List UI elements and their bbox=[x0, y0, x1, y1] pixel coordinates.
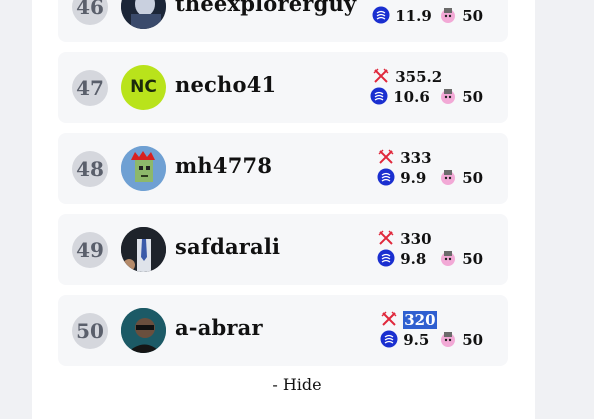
pig-icon bbox=[439, 168, 457, 190]
leaderboard-row: 48 mh4778 333 9.9 50 bbox=[58, 133, 508, 204]
steem-stat: 9.8 bbox=[377, 249, 426, 271]
steem-icon bbox=[377, 249, 395, 271]
avatar[interactable] bbox=[121, 227, 166, 272]
steem-icon bbox=[372, 6, 390, 28]
bonus-stat: 50 bbox=[439, 6, 483, 28]
rank-badge: 48 bbox=[72, 151, 108, 187]
steem-stat: 11.9 bbox=[372, 6, 432, 28]
steem-icon bbox=[380, 330, 398, 352]
username[interactable]: a-abrar bbox=[175, 315, 263, 340]
bonus-stat: 50 bbox=[439, 249, 483, 271]
pig-icon bbox=[439, 87, 457, 109]
rank-badge: 49 bbox=[72, 232, 108, 268]
rank-badge: 46 bbox=[72, 0, 108, 25]
upvote-stat: 330 bbox=[377, 229, 432, 251]
upvote-stat: 333 bbox=[377, 148, 432, 170]
upvote-stat: 355.2 bbox=[372, 67, 442, 89]
leaderboard-row: 46 theexplorerguy 11.9 50 bbox=[58, 0, 508, 42]
pig-icon bbox=[439, 6, 457, 28]
crossed-swords-icon bbox=[377, 229, 395, 251]
pig-icon bbox=[439, 249, 457, 271]
upvote-stat: 320 bbox=[380, 310, 437, 332]
leaderboard-row: 47 NC necho41 355.2 10.6 50 bbox=[58, 52, 508, 123]
crossed-swords-icon bbox=[372, 67, 390, 89]
pig-icon bbox=[439, 330, 457, 352]
crossed-swords-icon bbox=[377, 148, 395, 170]
username[interactable]: necho41 bbox=[175, 72, 276, 97]
steem-stat: 10.6 bbox=[370, 87, 430, 109]
avatar[interactable] bbox=[121, 146, 166, 191]
rank-badge: 50 bbox=[72, 313, 108, 349]
crossed-swords-icon bbox=[380, 310, 398, 332]
steem-icon bbox=[370, 87, 388, 109]
avatar[interactable] bbox=[121, 308, 166, 353]
avatar[interactable]: NC bbox=[121, 65, 166, 110]
avatar[interactable] bbox=[121, 0, 166, 29]
hide-link[interactable]: - Hide bbox=[0, 375, 594, 394]
username[interactable]: safdarali bbox=[175, 234, 280, 259]
bonus-stat: 50 bbox=[439, 330, 483, 352]
rank-badge: 47 bbox=[72, 70, 108, 106]
steem-icon bbox=[377, 168, 395, 190]
leaderboard-row: 50 a-abrar 320 9.5 50 bbox=[58, 295, 508, 366]
bonus-stat: 50 bbox=[439, 168, 483, 190]
username[interactable]: theexplorerguy bbox=[175, 0, 356, 16]
steem-stat: 9.9 bbox=[377, 168, 426, 190]
username[interactable]: mh4778 bbox=[175, 153, 272, 178]
leaderboard-row: 49 safdarali 330 9.8 50 bbox=[58, 214, 508, 285]
steem-stat: 9.5 bbox=[380, 330, 429, 352]
bonus-stat: 50 bbox=[439, 87, 483, 109]
